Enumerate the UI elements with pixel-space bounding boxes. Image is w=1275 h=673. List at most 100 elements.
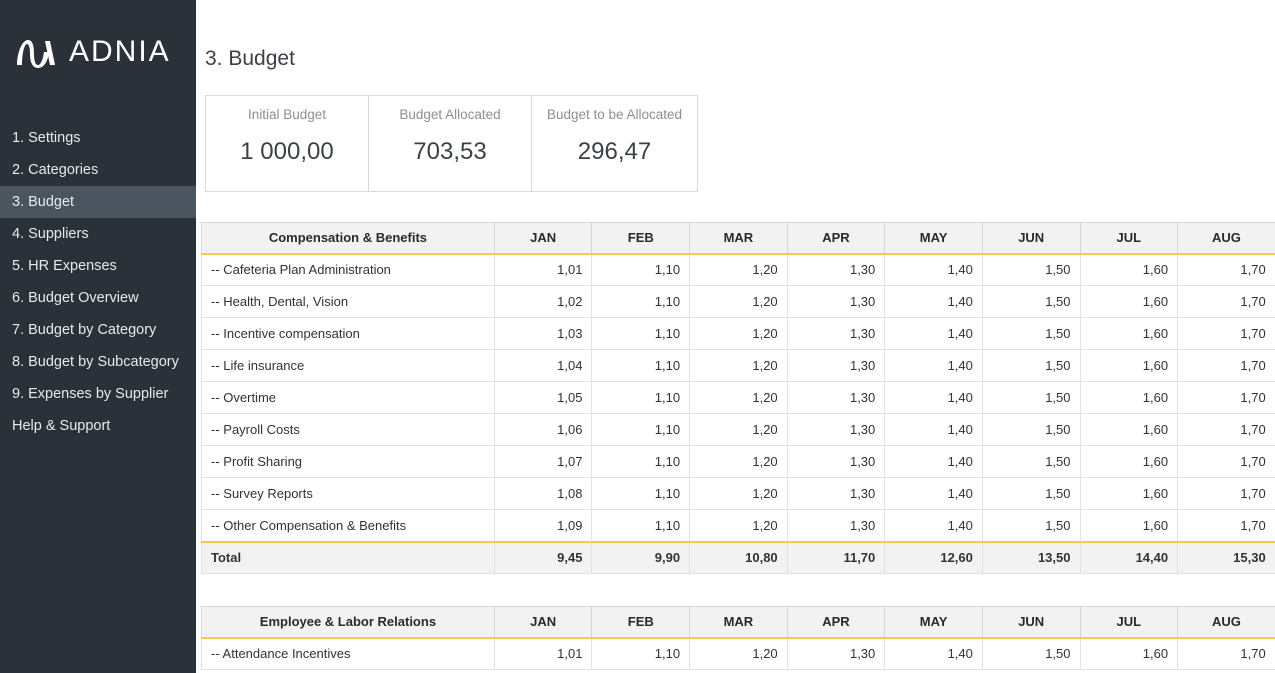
table-row[interactable]: -- Health, Dental, Vision 1,02 1,10 1,20 1,3… <box>201 285 1275 318</box>
cell-aug[interactable]: 1,70 <box>1177 349 1275 382</box>
cell-jan[interactable]: 1,01 <box>493 637 593 670</box>
cell-jan[interactable]: 1,05 <box>493 381 593 414</box>
cell-aug[interactable]: 1,70 <box>1177 317 1275 350</box>
table-row[interactable]: -- Incentive compensation 1,03 1,10 1,20 1,3… <box>201 317 1275 350</box>
brand-header[interactable]: ADNIA <box>0 0 196 104</box>
column-header-jun[interactable]: JUN <box>981 222 1081 255</box>
cell-may[interactable]: 1,40 <box>884 381 983 414</box>
cell-feb[interactable]: 1,10 <box>591 253 691 286</box>
cell-feb[interactable]: 1,10 <box>591 413 691 446</box>
cell-jun[interactable]: 1,50 <box>981 285 1081 318</box>
table-row[interactable]: -- Life insurance 1,04 1,10 1,20 1,30 1,40 1,5… <box>201 349 1275 382</box>
cell-feb[interactable]: 1,10 <box>591 349 691 382</box>
cell-mar[interactable]: 1,20 <box>689 285 788 318</box>
cell-mar[interactable]: 1,20 <box>689 317 788 350</box>
cell-may[interactable]: 1,40 <box>884 253 983 286</box>
cell-aug[interactable]: 1,70 <box>1177 285 1275 318</box>
cell-aug[interactable]: 1,70 <box>1177 413 1275 446</box>
cell-jul[interactable]: 1,60 <box>1079 381 1179 414</box>
column-header-feb[interactable]: FEB <box>591 606 691 639</box>
column-header-jul[interactable]: JUL <box>1079 606 1179 639</box>
cell-aug[interactable]: 1,70 <box>1177 253 1275 286</box>
cell-mar[interactable]: 1,20 <box>689 349 788 382</box>
table-row[interactable]: -- Attendance Incentives 1,01 1,10 1,20 1,30… <box>201 637 1275 670</box>
sidebar-item-budget-by-subcategory[interactable]: 8. Budget by Subcategory <box>0 346 196 378</box>
table-row[interactable]: -- Overtime 1,05 1,10 1,20 1,30 1,40 1,50 1,60 1… <box>201 381 1275 414</box>
cell-may[interactable]: 1,40 <box>884 445 983 478</box>
cell-jul[interactable]: 1,60 <box>1079 637 1179 670</box>
cell-jul[interactable]: 1,60 <box>1079 349 1179 382</box>
cell-may[interactable]: 1,40 <box>884 349 983 382</box>
sidebar-item-suppliers[interactable]: 4. Suppliers <box>0 218 196 250</box>
cell-aug[interactable]: 1,70 <box>1177 381 1275 414</box>
cell-apr[interactable]: 1,30 <box>786 349 886 382</box>
cell-jul[interactable]: 1,60 <box>1079 317 1179 350</box>
cell-mar[interactable]: 1,20 <box>689 381 788 414</box>
cell-jun[interactable]: 1,50 <box>981 637 1081 670</box>
sidebar-item-settings[interactable]: 1. Settings <box>0 122 196 154</box>
cell-may[interactable]: 1,40 <box>884 509 983 542</box>
cell-jun[interactable]: 1,50 <box>981 253 1081 286</box>
cell-feb[interactable]: 1,10 <box>591 637 691 670</box>
cell-jun[interactable]: 1,50 <box>981 477 1081 510</box>
column-header-may[interactable]: MAY <box>884 222 983 255</box>
cell-apr[interactable]: 1,30 <box>786 285 886 318</box>
table-row[interactable]: -- Cafeteria Plan Administration 1,01 1,10… <box>201 253 1275 286</box>
cell-feb[interactable]: 1,10 <box>591 317 691 350</box>
cell-mar[interactable]: 1,20 <box>689 253 788 286</box>
cell-feb[interactable]: 1,10 <box>591 285 691 318</box>
cell-jan[interactable]: 1,06 <box>493 413 593 446</box>
column-header-aug[interactable]: AUG <box>1177 606 1275 639</box>
cell-mar[interactable]: 1,20 <box>689 509 788 542</box>
column-header-feb[interactable]: FEB <box>591 222 691 255</box>
cell-jun[interactable]: 1,50 <box>981 349 1081 382</box>
cell-jan[interactable]: 1,02 <box>493 285 593 318</box>
cell-feb[interactable]: 1,10 <box>591 381 691 414</box>
cell-may[interactable]: 1,40 <box>884 477 983 510</box>
cell-apr[interactable]: 1,30 <box>786 253 886 286</box>
cell-mar[interactable]: 1,20 <box>689 445 788 478</box>
cell-feb[interactable]: 1,10 <box>591 477 691 510</box>
cell-jan[interactable]: 1,08 <box>493 477 593 510</box>
cell-aug[interactable]: 1,70 <box>1177 509 1275 542</box>
cell-jul[interactable]: 1,60 <box>1079 445 1179 478</box>
column-header-may[interactable]: MAY <box>884 606 983 639</box>
column-header-jan[interactable]: JAN <box>493 606 593 639</box>
cell-feb[interactable]: 1,10 <box>591 445 691 478</box>
cell-jan[interactable]: 1,01 <box>493 253 593 286</box>
table-row[interactable]: -- Payroll Costs 1,06 1,10 1,20 1,30 1,40 1,50… <box>201 413 1275 446</box>
cell-mar[interactable]: 1,20 <box>689 477 788 510</box>
cell-feb[interactable]: 1,10 <box>591 509 691 542</box>
sidebar-item-hr-expenses[interactable]: 5. HR Expenses <box>0 250 196 282</box>
cell-jul[interactable]: 1,60 <box>1079 509 1179 542</box>
cell-may[interactable]: 1,40 <box>884 637 983 670</box>
cell-aug[interactable]: 1,70 <box>1177 637 1275 670</box>
cell-aug[interactable]: 1,70 <box>1177 477 1275 510</box>
column-header-jan[interactable]: JAN <box>493 222 593 255</box>
cell-mar[interactable]: 1,20 <box>689 413 788 446</box>
sidebar-item-budget-overview[interactable]: 6. Budget Overview <box>0 282 196 314</box>
cell-apr[interactable]: 1,30 <box>786 477 886 510</box>
column-header-aug[interactable]: AUG <box>1177 222 1275 255</box>
sidebar-item-budget[interactable]: 3. Budget <box>0 186 196 218</box>
cell-may[interactable]: 1,40 <box>884 285 983 318</box>
cell-aug[interactable]: 1,70 <box>1177 445 1275 478</box>
column-header-mar[interactable]: MAR <box>689 606 788 639</box>
sidebar-item-budget-by-category[interactable]: 7. Budget by Category <box>0 314 196 346</box>
sidebar-item-categories[interactable]: 2. Categories <box>0 154 196 186</box>
cell-may[interactable]: 1,40 <box>884 317 983 350</box>
cell-jan[interactable]: 1,09 <box>493 509 593 542</box>
cell-jul[interactable]: 1,60 <box>1079 285 1179 318</box>
cell-apr[interactable]: 1,30 <box>786 509 886 542</box>
cell-apr[interactable]: 1,30 <box>786 413 886 446</box>
cell-apr[interactable]: 1,30 <box>786 445 886 478</box>
column-header-jun[interactable]: JUN <box>981 606 1081 639</box>
column-header-apr[interactable]: APR <box>786 606 886 639</box>
column-header-apr[interactable]: APR <box>786 222 886 255</box>
cell-jan[interactable]: 1,04 <box>493 349 593 382</box>
cell-jul[interactable]: 1,60 <box>1079 477 1179 510</box>
column-header-jul[interactable]: JUL <box>1079 222 1179 255</box>
table-row[interactable]: -- Other Compensation & Benefits 1,09 1,10… <box>201 509 1275 542</box>
cell-jul[interactable]: 1,60 <box>1079 413 1179 446</box>
sidebar-item-expenses-by-supplier[interactable]: 9. Expenses by Supplier <box>0 378 196 410</box>
